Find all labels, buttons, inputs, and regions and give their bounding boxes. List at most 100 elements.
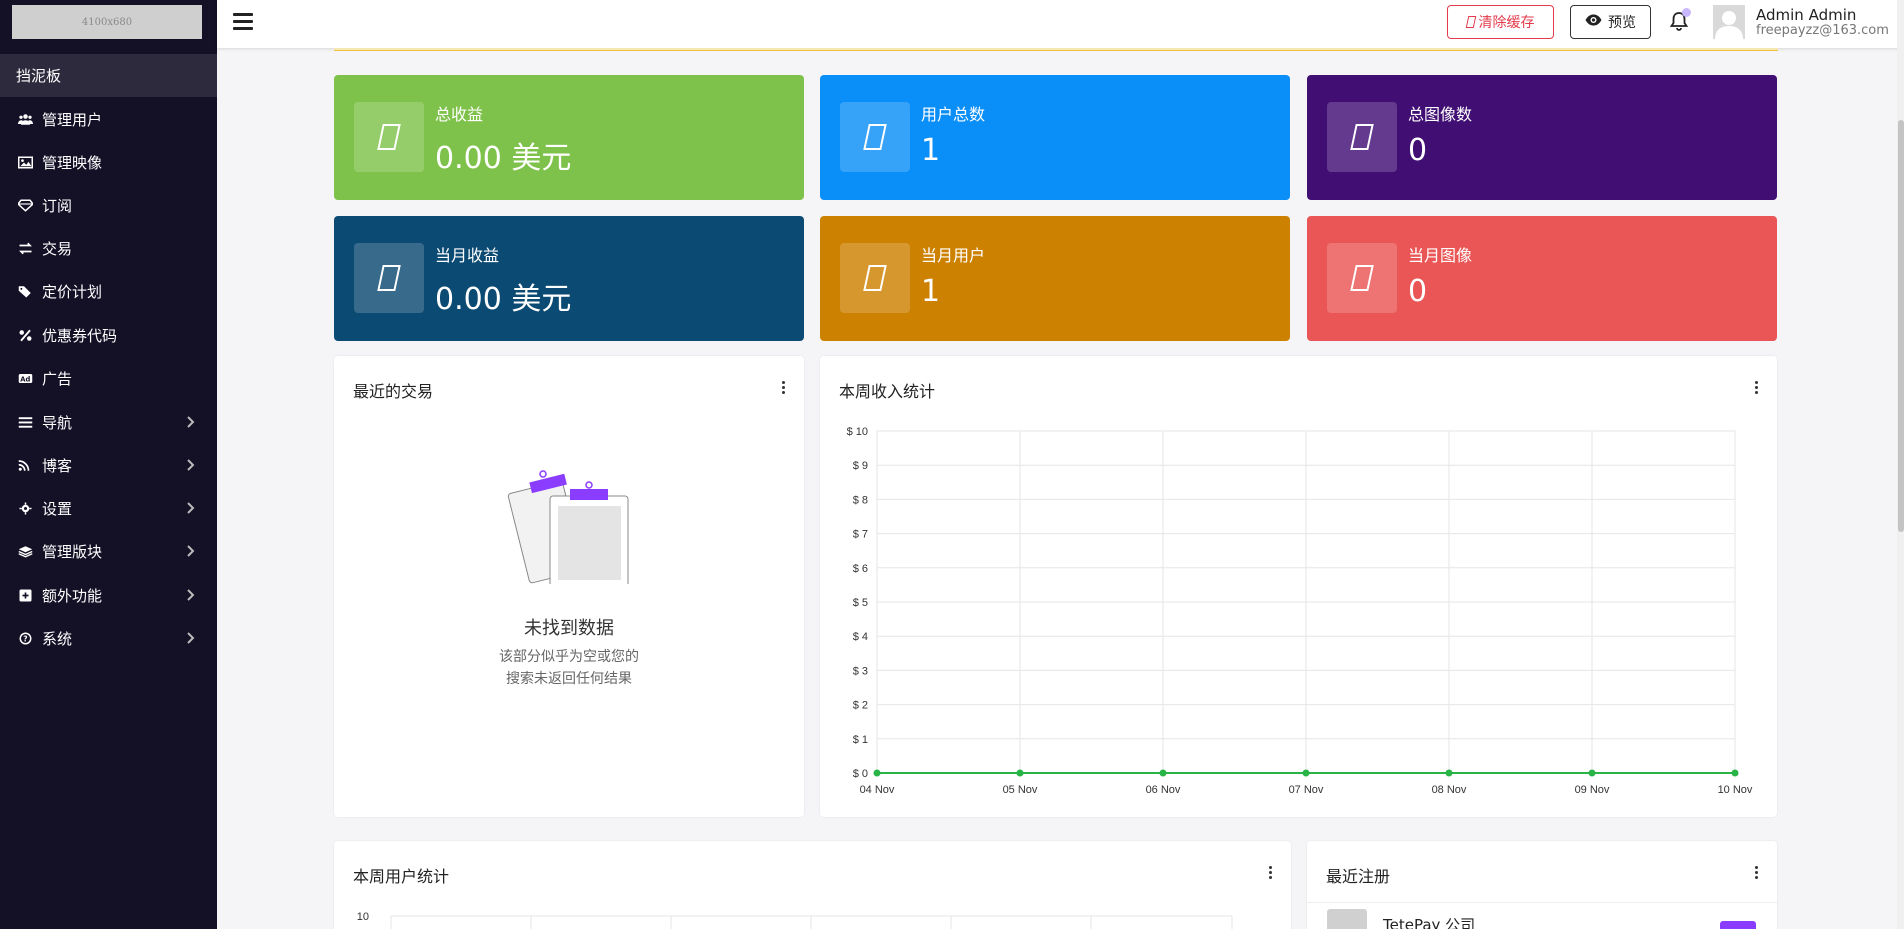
stat-value: 0.00 美元 (435, 141, 572, 176)
sidebar-item-extras[interactable]: 额外功能 (0, 574, 217, 617)
scrollbar-thumb[interactable] (1898, 120, 1904, 532)
x-tick-label: 10 Nov (1718, 784, 1753, 796)
y-tick-label: $ 4 (853, 631, 868, 643)
stat-icon (1327, 102, 1397, 172)
rss-icon (16, 457, 34, 475)
sidebar-item-images[interactable]: 管理映像 (0, 141, 217, 184)
sidebar-item-pricing-plans[interactable]: 定价计划 (0, 270, 217, 313)
more-vertical-icon[interactable] (1755, 866, 1759, 880)
empty-desc-line: 该部分似乎为空或您的 (499, 649, 639, 665)
sidebar-item-subscriptions[interactable]: 订阅 (0, 184, 217, 227)
chevron-right-icon (183, 544, 197, 558)
y-tick-label: $ 0 (853, 768, 868, 780)
stat-card-total-users: 用户总数 1 (820, 75, 1290, 200)
stat-card-monthly-users: 当月用户 1 (820, 216, 1290, 341)
gem-icon (16, 197, 34, 215)
tags-icon (16, 283, 34, 301)
stat-card-monthly-images: 当月图像 0 (1307, 216, 1777, 341)
x-tick-label: 06 Nov (1146, 784, 1181, 796)
empty-state-description: 该部分似乎为空或您的 搜索未返回任何结果 (334, 646, 804, 690)
chevron-right-icon (183, 631, 197, 645)
alert-bar-edge (334, 48, 1778, 51)
data-point (1588, 769, 1596, 777)
sidebar-item-label: 管理映像 (42, 154, 103, 172)
y-tick-label: $ 5 (853, 597, 868, 609)
stat-value: 1 (921, 133, 941, 168)
user-email: freepayzz@163.com (1756, 23, 1889, 38)
y-tick-label: $ 3 (853, 665, 868, 677)
stat-card-total-earnings: 总收益 0.00 美元 (334, 75, 804, 200)
sidebar-item-label: 交易 (42, 240, 73, 258)
divider (1307, 902, 1777, 903)
sidebar-item-blog[interactable]: 博客 (0, 444, 217, 487)
gear-icon (16, 500, 34, 518)
preview-button[interactable]: 预览 (1570, 5, 1651, 39)
weekly-income-panel: 本周收入统计 $ 0 $ 1 $ 2 $ 3 $ 4 $ 5 $ 6 $ 7 $ 8 $ 9 $ 1… (820, 356, 1777, 817)
weekly-users-panel: 本周用户统计 10 (334, 841, 1291, 929)
chevron-right-icon (183, 415, 197, 429)
status-badge (1720, 921, 1756, 929)
empty-state-title: 未找到数据 (524, 618, 614, 639)
svg-text:Ad: Ad (20, 376, 30, 384)
recent-transactions-panel: 最近的交易 未找到数据 该部分似乎为空或您的 搜索未返回任何结果 (334, 356, 804, 817)
stat-value: 1 (921, 274, 941, 309)
exchange-icon (16, 240, 34, 258)
avatar (1327, 909, 1367, 929)
stat-title: 用户总数 (921, 105, 986, 124)
data-point (1016, 769, 1024, 777)
recent-signups-panel: 最近注册 TetePay 公司 (1307, 841, 1777, 929)
x-tick-label: 08 Nov (1432, 784, 1467, 796)
y-tick-label: $ 7 (853, 529, 868, 541)
stat-title: 总收益 (435, 105, 484, 124)
logo[interactable]: 4100x680 (12, 5, 202, 39)
stat-icon (354, 102, 424, 172)
empty-desc-line: 搜索未返回任何结果 (506, 671, 632, 687)
sidebar-item-settings[interactable]: 设置 (0, 487, 217, 530)
y-tick-label: $ 10 (847, 426, 868, 438)
sidebar-item-coupons[interactable]: 优惠券代码 (0, 314, 217, 357)
chevron-right-icon (183, 501, 197, 515)
sidebar-item-system[interactable]: ? 系统 (0, 617, 217, 660)
sidebar-item-label: 优惠券代码 (42, 327, 118, 345)
clear-cache-button[interactable]: 清除缓存 (1447, 5, 1554, 39)
stat-value: 0 (1408, 133, 1428, 168)
user-name[interactable]: Admin Admin (1756, 6, 1856, 24)
plus-square-icon (16, 587, 34, 605)
more-vertical-icon[interactable] (782, 381, 786, 395)
x-tick-label: 04 Nov (860, 784, 895, 796)
sidebar-item-sections[interactable]: 管理版块 (0, 530, 217, 573)
stat-icon (840, 243, 910, 313)
clear-cache-label: 清除缓存 (1478, 15, 1535, 31)
y-tick-label: $ 8 (853, 494, 868, 506)
data-point (1731, 769, 1739, 777)
signup-name[interactable]: TetePay 公司 (1383, 914, 1475, 929)
ad-icon: Ad (16, 370, 34, 388)
notification-dot (1682, 8, 1691, 17)
income-line-chart: $ 0 $ 1 $ 2 $ 3 $ 4 $ 5 $ 6 $ 7 $ 8 $ 9 $ 10 04 Nov… (847, 426, 1753, 796)
sidebar-item-label: 订阅 (42, 197, 73, 215)
sidebar-item-navigation[interactable]: 导航 (0, 401, 217, 444)
avatar[interactable] (1713, 5, 1745, 39)
menu-toggle-icon[interactable] (233, 13, 253, 31)
sidebar: 4100x680 挡泥板 管理用户 管理映像 订阅 交易 定价计划 优惠券代码 … (0, 0, 217, 929)
sidebar-item-users[interactable]: 管理用户 (0, 98, 217, 141)
svg-text:?: ? (23, 635, 27, 644)
stat-card-total-images: 总图像数 0 (1307, 75, 1777, 200)
topbar: 清除缓存 预览 Admin Admin freepayzz@163.com (217, 0, 1904, 48)
data-point (1159, 769, 1167, 777)
sidebar-item-dashboard[interactable]: 挡泥板 (0, 54, 217, 97)
panel-title: 最近的交易 (353, 382, 434, 401)
layers-icon (16, 543, 34, 561)
stat-icon (840, 102, 910, 172)
bars-icon (16, 414, 34, 432)
data-point (873, 769, 881, 777)
stat-title: 当月用户 (921, 246, 986, 265)
image-icon (16, 154, 34, 172)
chevron-right-icon (183, 458, 197, 472)
sidebar-item-ads[interactable]: Ad 广告 (0, 357, 217, 400)
y-tick-label: $ 6 (853, 563, 868, 575)
x-tick-label: 07 Nov (1289, 784, 1324, 796)
question-icon: ? (16, 630, 34, 648)
sidebar-item-transactions[interactable]: 交易 (0, 227, 217, 270)
y-tick-label: $ 1 (853, 734, 868, 746)
